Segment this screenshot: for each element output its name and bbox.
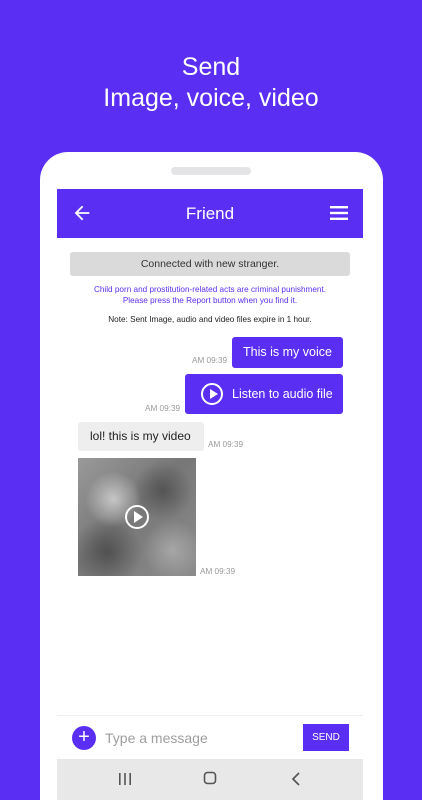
message-time: AM 09:39 [192, 356, 228, 365]
message-time: AM 09:39 [145, 404, 181, 413]
expiry-note: Note: Sent Image, audio and video files … [108, 315, 312, 324]
video-thumbnail[interactable] [78, 458, 196, 576]
warning-line-2: Please press the Report button when you … [122, 295, 298, 305]
back-icon[interactable] [290, 771, 302, 787]
promo-headline: Send Image, voice, video [0, 52, 422, 114]
app-bar: Friend [57, 189, 363, 238]
audio-message-label: Listen to audio file [232, 387, 333, 401]
warning-line-1: Child porn and prostitution-related acts… [93, 285, 327, 294]
send-button[interactable]: SEND [303, 724, 349, 751]
headline-line-1: Send [181, 53, 241, 81]
message-input-bar: + SEND [57, 715, 363, 759]
incoming-message[interactable]: lol! this is my video [78, 422, 204, 451]
system-nav-bar [57, 759, 363, 800]
headline-line-2: Image, voice, video [103, 84, 319, 112]
plus-icon[interactable]: + [72, 726, 96, 750]
audio-message-button[interactable]: Listen to audio file [185, 374, 343, 414]
phone-speaker [171, 167, 251, 175]
message-time: AM 09:39 [208, 440, 244, 449]
warning-text: Child porn and prostitution-related acts… [70, 285, 350, 306]
play-circle-icon [201, 383, 223, 405]
recent-apps-icon[interactable] [118, 772, 132, 786]
play-circle-icon[interactable] [125, 505, 149, 529]
chat-title: Friend [185, 204, 235, 223]
home-icon[interactable] [203, 771, 217, 785]
system-banner: Connected with new stranger. [70, 252, 350, 276]
outgoing-message[interactable]: This is my voice [232, 337, 343, 368]
message-input[interactable] [105, 725, 295, 751]
message-time: AM 09:39 [200, 567, 236, 576]
hamburger-menu-icon[interactable] [329, 203, 349, 223]
